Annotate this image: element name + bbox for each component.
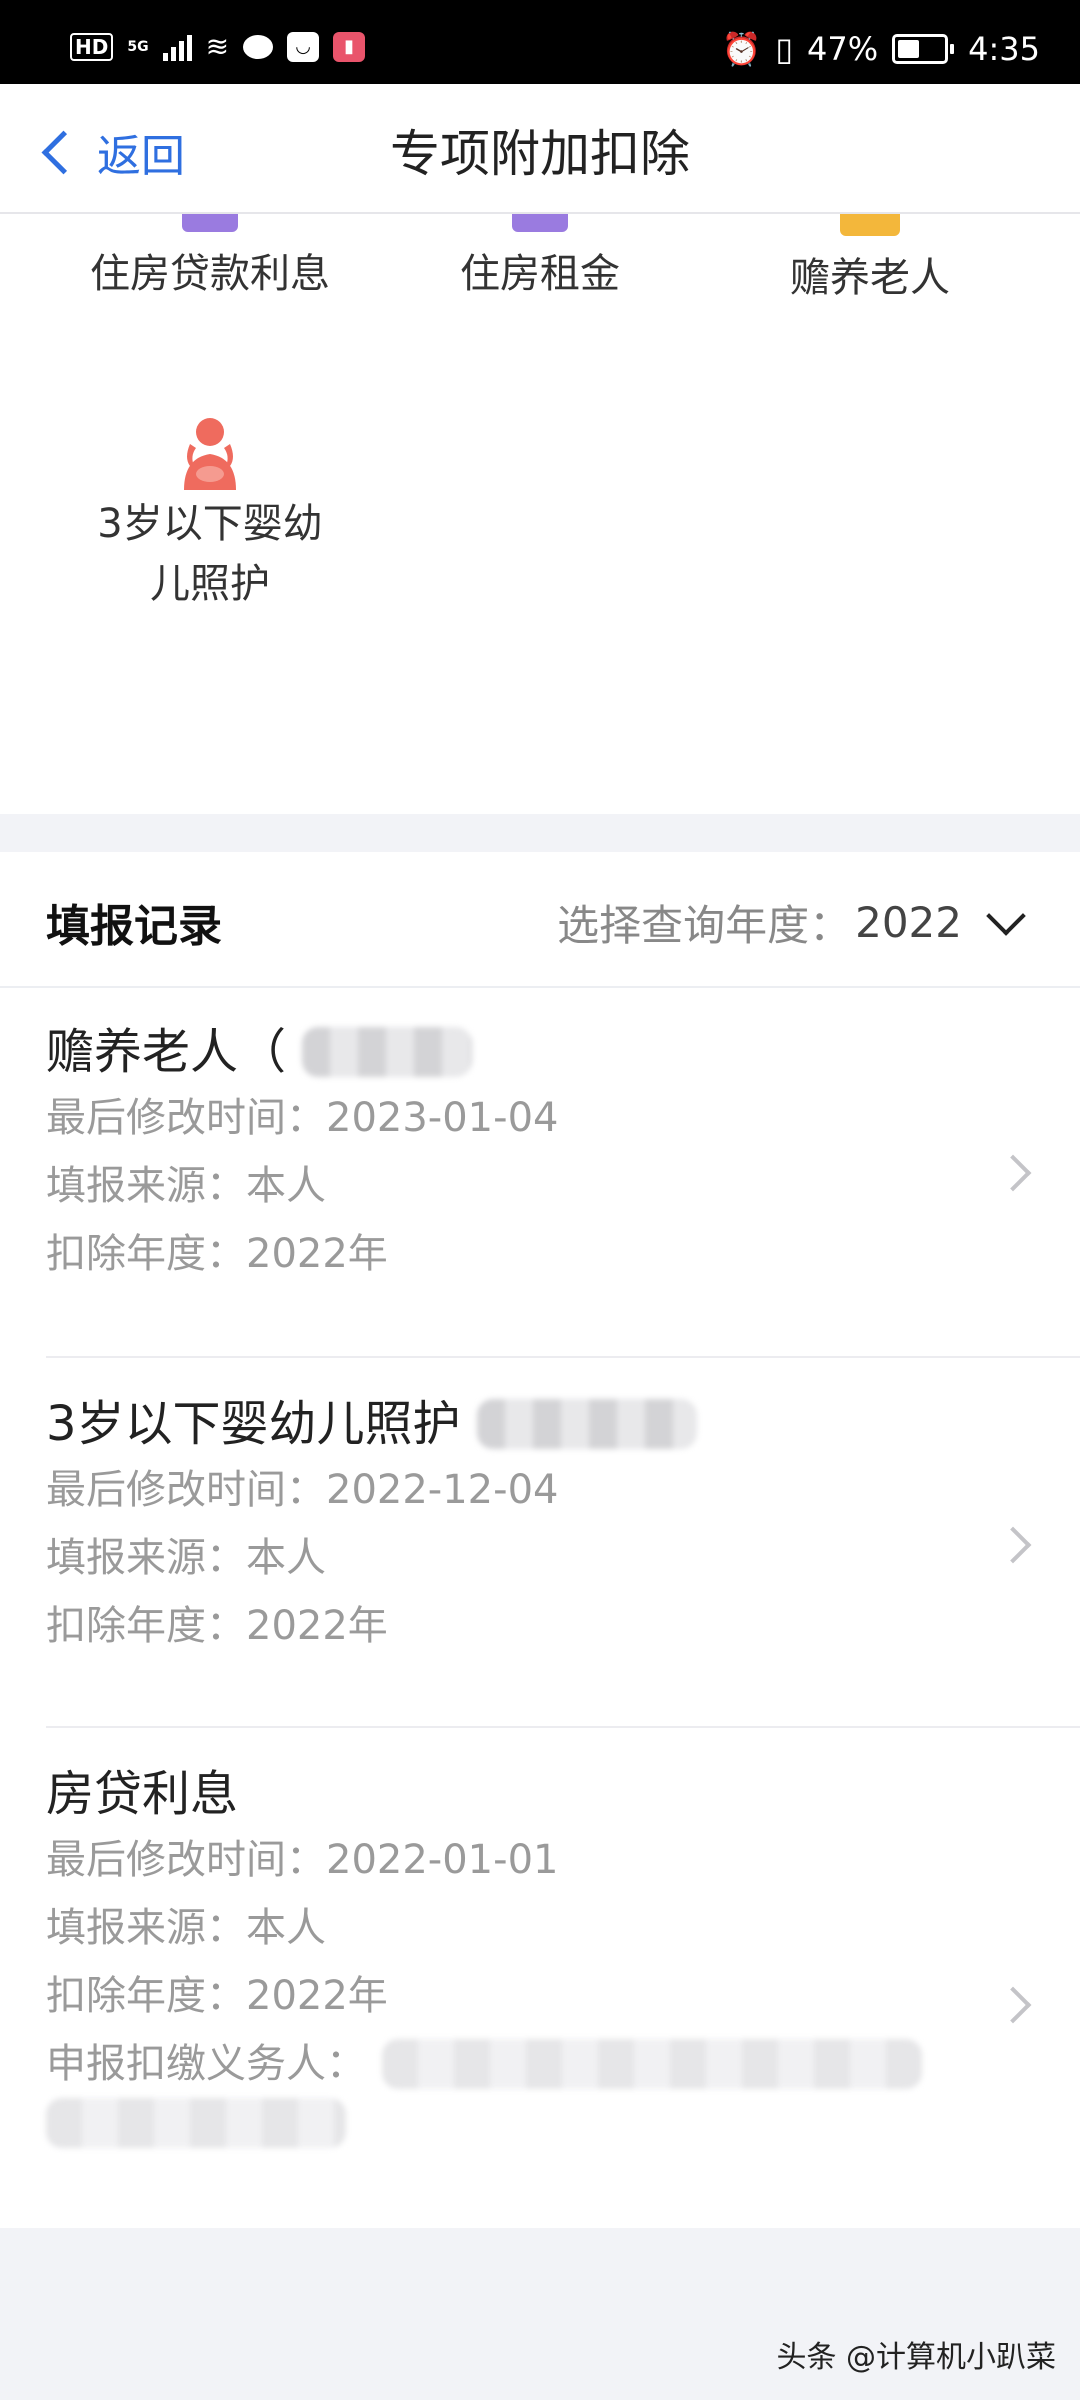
hd-badge: HD	[70, 32, 114, 61]
category-house-loan[interactable]: 住房贷款利息	[45, 214, 375, 304]
record-item[interactable]: 3岁以下婴幼儿照护 最后修改时间：2022-12-04 填报来源：本人 扣除年度…	[46, 1392, 1046, 1660]
record-source: 填报来源：本人	[46, 1905, 326, 1951]
record-item[interactable]: 赡养老人（ 最后修改时间：2023-01-04 填报来源：本人 扣除年度：202…	[46, 1020, 1046, 1288]
category-label: 3岁以下婴幼儿照护	[97, 501, 323, 607]
infant-care-icon	[180, 414, 240, 490]
house-loan-icon	[182, 214, 238, 232]
app-red-icon: ▮	[333, 31, 366, 62]
redacted-text	[382, 2039, 922, 2089]
category-elderly[interactable]: 赡养老人	[705, 214, 1035, 308]
record-withholder: 申报扣缴义务人：	[46, 2030, 1046, 2098]
record-modified: 最后修改时间：2023-01-04	[46, 1095, 559, 1141]
battery-percent: 47%	[807, 30, 879, 68]
battery-icon	[892, 34, 955, 64]
divider	[46, 1726, 1080, 1728]
category-grid: 住房贷款利息 住房租金 赡养老人 3岁以下婴幼儿照护	[0, 214, 1080, 814]
record-modified: 最后修改时间：2022-01-01	[46, 1837, 559, 1883]
record-item[interactable]: 房贷利息 最后修改时间：2022-01-01 填报来源：本人 扣除年度：2022…	[46, 1762, 1046, 2158]
records-section: 填报记录 选择查询年度： 2022 赡养老人（ 最后修改时间：2023-01-0…	[0, 852, 1080, 2228]
category-label: 赡养老人	[790, 255, 950, 301]
watermark: 头条 @计算机小趴菜	[776, 2340, 1056, 2375]
category-label: 住房租金	[460, 251, 620, 297]
network-type: 5G	[127, 38, 149, 55]
record-source: 填报来源：本人	[46, 1535, 326, 1581]
year-select-label: 选择查询年度：	[557, 901, 852, 950]
record-modified: 最后修改时间：2022-12-04	[46, 1467, 559, 1513]
signal-icon	[162, 33, 192, 61]
alarm-icon: ⏰	[721, 30, 762, 68]
redacted-text	[302, 1027, 473, 1077]
record-name: 3岁以下婴幼儿照护	[46, 1392, 1046, 1456]
record-year: 扣除年度：2022年	[46, 1603, 388, 1649]
chevron-down-icon	[986, 895, 1026, 936]
divider	[46, 1356, 1080, 1358]
records-header: 填报记录 选择查询年度： 2022	[0, 852, 1080, 988]
record-year: 扣除年度：2022年	[46, 1973, 388, 2019]
category-label: 住房贷款利息	[90, 251, 330, 297]
clock: 4:35	[968, 30, 1040, 68]
record-year: 扣除年度：2022年	[46, 1231, 388, 1277]
record-name: 赡养老人（	[46, 1020, 1046, 1084]
status-bar: HD 5G ≋ ◡ ▮ ⏰ ▯ 47% 4:35	[0, 0, 1080, 84]
chat-icon	[243, 34, 274, 59]
app-icon: ◡	[287, 31, 320, 62]
record-source: 填报来源：本人	[46, 1163, 326, 1209]
elderly-icon	[840, 214, 900, 236]
page-title: 专项附加扣除	[390, 125, 690, 183]
category-house-rent[interactable]: 住房租金	[375, 214, 705, 304]
year-selector[interactable]: 选择查询年度： 2022	[557, 892, 1026, 953]
nav-header: 返回 专项附加扣除	[0, 84, 1080, 214]
redacted-text	[46, 2098, 346, 2148]
category-infant-care[interactable]: 3岁以下婴幼儿照护	[45, 414, 375, 614]
redacted-text	[476, 1399, 697, 1449]
record-name: 房贷利息	[46, 1766, 239, 1822]
wifi-icon: ≋	[205, 30, 230, 63]
record-withholder-cont	[46, 2098, 1046, 2158]
house-rent-icon	[512, 214, 568, 232]
year-select-value: 2022	[855, 898, 962, 947]
records-title: 填报记录	[46, 901, 222, 952]
vibrate-icon: ▯	[775, 30, 794, 68]
